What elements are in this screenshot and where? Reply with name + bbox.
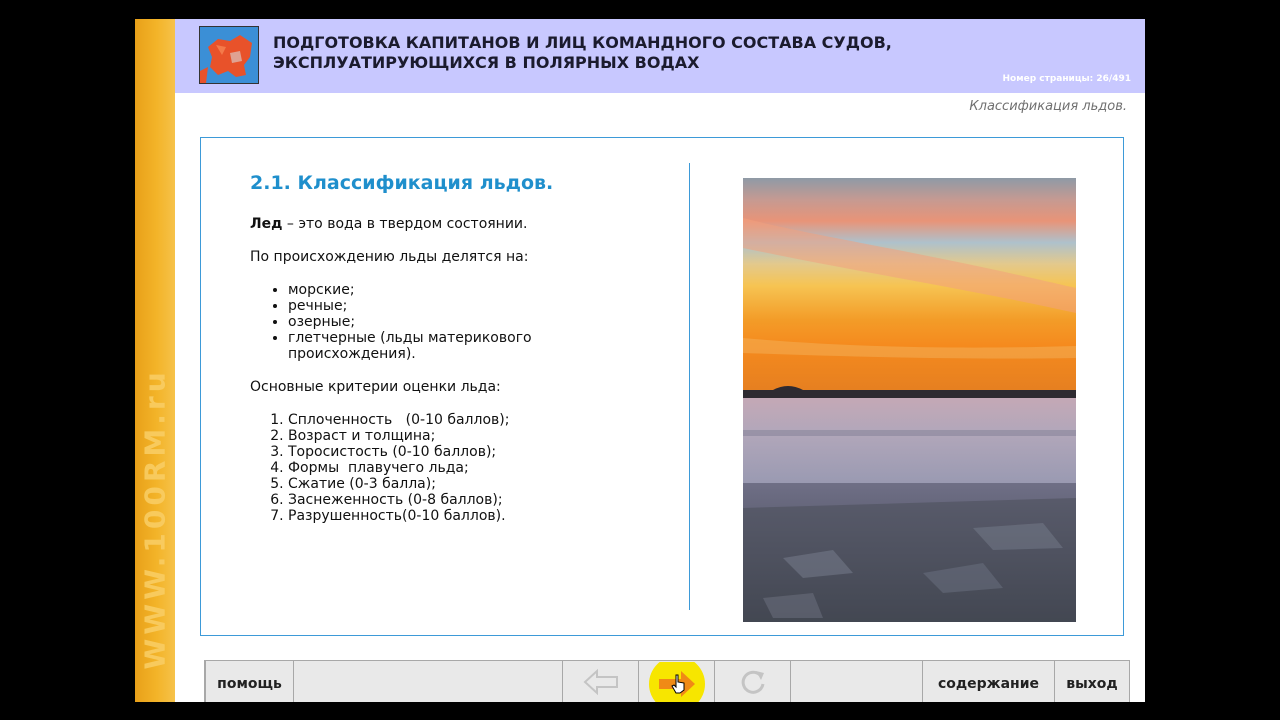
course-title-line2: ЭКСПЛУАТИРУЮЩИХСЯ В ПОЛЯРНЫХ ВОДАХ [273,53,700,72]
criteria-intro: Основные критерии оценки льда: [250,379,501,395]
definition-paragraph: Лед – это вода в твердом состоянии. [250,216,650,232]
app-window: WWW.100RM.ru ПОДГОТОВКА КАПИТАНОВ И ЛИЦ … [135,19,1145,702]
course-title: ПОДГОТОВКА КАПИТАНОВ И ЛИЦ КОМАНДНОГО СО… [273,33,892,73]
topic-breadcrumb: Классификация льдов. [969,99,1127,114]
reload-icon [738,667,768,701]
list-item: Возраст и толщина; [288,428,650,444]
lesson-text: 2.1. Классификация льдов. Лед – это вода… [250,172,650,524]
back-button[interactable] [563,661,639,702]
content-panel: 2.1. Классификация льдов. Лед – это вода… [200,137,1124,636]
page-number: Номер страницы: 26/491 [1002,74,1131,84]
definition-term: Лед [250,216,283,232]
list-item: Сжатие (0-3 балла); [288,476,650,492]
polar-sunset-photo [743,178,1076,622]
list-item: морские; [288,282,650,298]
header: ПОДГОТОВКА КАПИТАНОВ И ЛИЦ КОМАНДНОГО СО… [175,19,1145,93]
watermark-text: WWW.100RM.ru [138,368,172,670]
definition-text: – это вода в твердом состоянии. [282,216,528,232]
list-item: Разрушенность(0-10 баллов). [288,508,650,524]
origin-intro: По происхождению льды делятся на: [250,249,529,265]
help-button[interactable]: помощь [205,661,294,702]
list-item: Формы плавучего льда; [288,460,650,476]
section-heading: 2.1. Классификация льдов. [250,172,554,194]
exit-button[interactable]: выход [1055,661,1129,702]
contents-button[interactable]: содержание [923,661,1055,702]
navigation-toolbar: помощь содержание выход [204,655,1130,702]
mouse-cursor-icon [671,674,687,698]
list-item: Заснеженность (0-8 баллов); [288,492,650,508]
arctic-map-logo-icon [199,26,259,84]
criteria-list: Сплоченность (0-10 баллов); Возраст и то… [250,412,650,524]
side-band: WWW.100RM.ru [135,19,175,702]
toolbar-spacer [294,661,563,702]
list-item: речные; [288,298,650,314]
column-divider [689,163,690,610]
list-item: Торосистость (0-10 баллов); [288,444,650,460]
toolbar-spacer [791,661,923,702]
list-item: Сплоченность (0-10 баллов); [288,412,650,428]
course-title-line1: ПОДГОТОВКА КАПИТАНОВ И ЛИЦ КОМАНДНОГО СО… [273,33,892,52]
list-item: озерные; [288,314,650,330]
list-item: глетчерные (льды материкового происхожде… [288,330,650,362]
reload-button[interactable] [715,661,791,702]
arrow-left-icon [581,667,621,701]
origin-list: морские; речные; озерные; глетчерные (ль… [250,282,650,362]
